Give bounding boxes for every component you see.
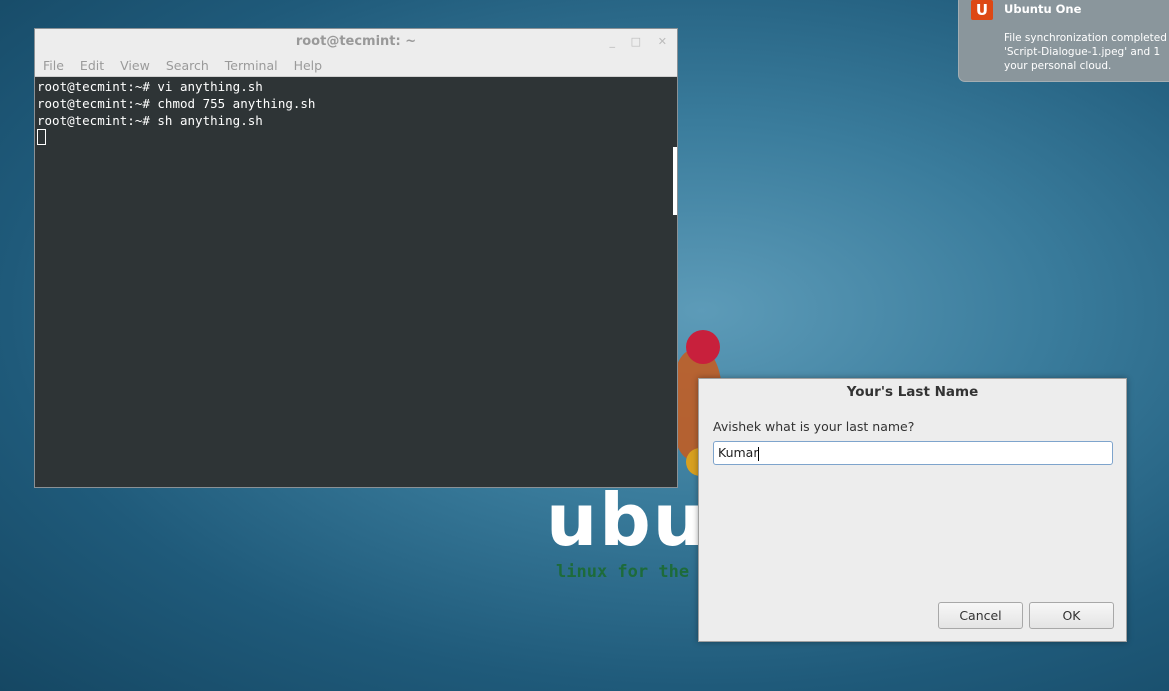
menu-search[interactable]: Search — [166, 55, 209, 76]
terminal-menubar: File Edit View Search Terminal Help — [35, 55, 677, 77]
notification-bubble: U Ubuntu One File synchronization comple… — [958, 0, 1169, 82]
cancel-button[interactable]: Cancel — [938, 602, 1023, 629]
notification-title: Ubuntu One — [1004, 2, 1082, 16]
close-icon[interactable]: ✕ — [658, 29, 667, 55]
menu-edit[interactable]: Edit — [80, 55, 104, 76]
terminal-line: root@tecmint:~# chmod 755 anything.sh — [37, 96, 316, 111]
last-name-input[interactable]: Kumar — [713, 441, 1113, 465]
terminal-title: root@tecmint: ~ — [295, 34, 417, 49]
terminal-line: root@tecmint:~# sh anything.sh — [37, 113, 263, 128]
last-name-value: Kumar — [718, 445, 759, 460]
wallpaper-logo-red — [686, 330, 720, 364]
terminal-cursor — [37, 129, 46, 145]
notification-line: 'Script-Dialogue-1.jpeg' and 1 — [1004, 46, 1161, 58]
ubuntu-one-icon: U — [971, 0, 993, 20]
dialog-prompt: Avishek what is your last name? — [713, 419, 915, 434]
terminal-line: root@tecmint:~# vi anything.sh — [37, 79, 263, 94]
minimize-icon[interactable]: _ — [610, 29, 616, 55]
input-dialog: Your's Last Name Avishek what is your la… — [698, 378, 1127, 642]
menu-terminal[interactable]: Terminal — [225, 55, 278, 76]
terminal-titlebar[interactable]: root@tecmint: ~ _ □ ✕ — [35, 29, 677, 55]
terminal-output[interactable]: root@tecmint:~# vi anything.sh root@tecm… — [35, 77, 677, 147]
notification-line: your personal cloud. — [1004, 60, 1112, 72]
menu-view[interactable]: View — [120, 55, 150, 76]
maximize-icon[interactable]: □ — [631, 29, 641, 55]
terminal-scrollbar[interactable] — [673, 147, 677, 215]
menu-file[interactable]: File — [43, 55, 64, 76]
menu-help[interactable]: Help — [294, 55, 323, 76]
notification-line: File synchronization completed — [1004, 32, 1167, 44]
dialog-title: Your's Last Name — [846, 384, 979, 400]
ok-button[interactable]: OK — [1029, 602, 1114, 629]
text-caret — [758, 446, 760, 461]
terminal-window[interactable]: root@tecmint: ~ _ □ ✕ File Edit View Sea… — [34, 28, 678, 488]
